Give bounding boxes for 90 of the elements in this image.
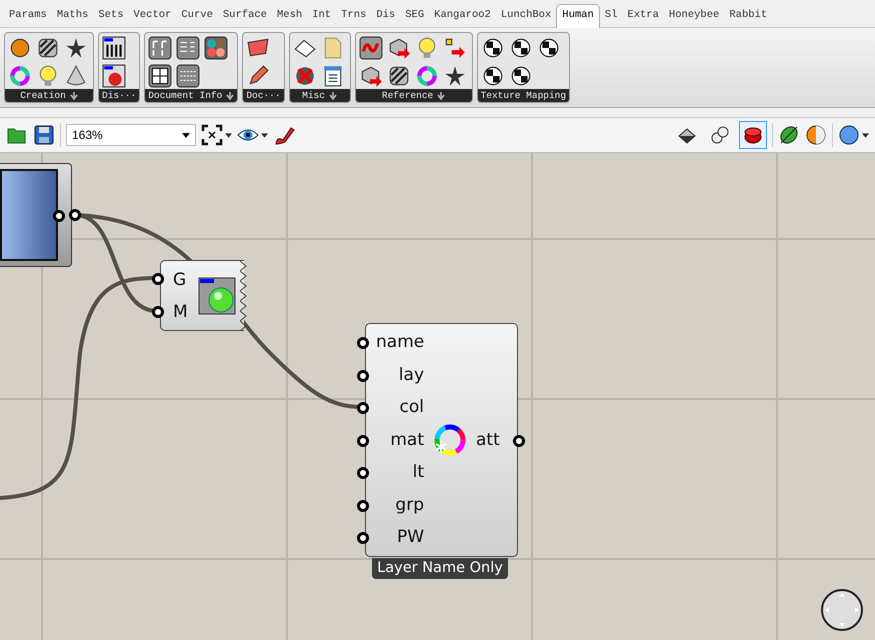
ribbon-tab[interactable]: Extra bbox=[622, 5, 664, 27]
zoom-dropdown[interactable]: 163% bbox=[66, 124, 196, 146]
checker-icon[interactable] bbox=[480, 36, 505, 60]
input-port[interactable] bbox=[357, 467, 369, 479]
input-port[interactable] bbox=[357, 402, 369, 414]
expand-arrow-icon[interactable] bbox=[437, 92, 446, 100]
zigzag-edge-icon bbox=[240, 261, 248, 331]
expand-arrow-icon[interactable] bbox=[328, 92, 337, 100]
arrow-icon[interactable] bbox=[442, 36, 467, 60]
navigation-wheel-icon[interactable] bbox=[820, 588, 864, 632]
list-icon[interactable] bbox=[176, 36, 200, 60]
input-label: PW bbox=[396, 526, 424, 550]
input-label: lt bbox=[412, 461, 424, 484]
input-label: mat bbox=[390, 428, 424, 452]
ribbon-tab[interactable]: Surface bbox=[218, 5, 272, 27]
ribbon-tab[interactable]: Vector bbox=[128, 5, 176, 27]
output-port[interactable] bbox=[513, 435, 525, 447]
cube-icon[interactable] bbox=[358, 64, 383, 88]
output-port[interactable] bbox=[53, 210, 65, 222]
caret-icon[interactable] bbox=[261, 132, 268, 138]
color-wheel-icon[interactable] bbox=[414, 64, 439, 88]
ribbon-tab[interactable]: Kangaroo2 bbox=[429, 5, 496, 27]
ribbon-group-label: Dis··· bbox=[102, 90, 136, 101]
input-label: M bbox=[173, 300, 188, 322]
sphere-icon[interactable] bbox=[838, 124, 860, 146]
component-node[interactable]: name lay col mat lt grp PW att bbox=[365, 323, 518, 557]
output-label: att bbox=[476, 430, 500, 450]
ribbon-tab[interactable]: Maths bbox=[52, 5, 94, 27]
checker-icon[interactable] bbox=[508, 64, 533, 88]
ribbon-group-label: Reference bbox=[382, 90, 434, 101]
color-wheel-icon[interactable] bbox=[8, 64, 32, 88]
input-port[interactable] bbox=[357, 500, 369, 512]
ribbon-tab[interactable]: Honeybee bbox=[664, 5, 724, 27]
ribbon-tab[interactable]: Curve bbox=[176, 5, 218, 27]
shaded-outline-icon bbox=[709, 124, 731, 146]
input-label: name bbox=[375, 331, 424, 354]
caret-icon[interactable] bbox=[225, 132, 232, 138]
cube-icon[interactable] bbox=[386, 36, 411, 60]
input-port[interactable] bbox=[357, 370, 369, 382]
ribbon-tab[interactable]: Trns bbox=[336, 5, 372, 27]
wave-icon[interactable] bbox=[358, 36, 383, 60]
grid-icon[interactable] bbox=[148, 64, 172, 88]
input-label: grp bbox=[395, 494, 424, 517]
hatch-icon[interactable] bbox=[386, 64, 411, 88]
input-port[interactable] bbox=[357, 434, 369, 446]
ribbon-group-label: Doc··· bbox=[246, 90, 281, 101]
ribbon-tab[interactable]: LunchBox bbox=[496, 5, 556, 27]
color-swatch-node[interactable] bbox=[0, 163, 72, 267]
caret-icon[interactable] bbox=[182, 132, 190, 138]
input-label: lay bbox=[398, 364, 424, 387]
checker-icon[interactable] bbox=[508, 36, 533, 60]
hatch-icon[interactable] bbox=[36, 36, 60, 60]
ribbon-tab[interactable]: Sl bbox=[600, 5, 622, 27]
half-sphere-icon[interactable] bbox=[805, 124, 827, 146]
bars-icon[interactable] bbox=[102, 36, 126, 60]
input-label: G bbox=[173, 268, 188, 290]
ribbon-tab[interactable]: Params bbox=[4, 5, 52, 27]
ribbon-tab[interactable]: Mesh bbox=[272, 5, 308, 27]
spheres-icon[interactable] bbox=[204, 36, 228, 60]
component-node[interactable]: G M bbox=[160, 260, 244, 331]
lines-icon[interactable] bbox=[176, 64, 200, 88]
color-wheel-icon bbox=[432, 422, 468, 458]
checker-icon[interactable] bbox=[536, 36, 561, 60]
output-port[interactable] bbox=[69, 209, 81, 221]
expand-arrow-icon[interactable] bbox=[70, 92, 78, 100]
expand-arrow-icon[interactable] bbox=[226, 92, 234, 100]
zoom-extents-icon[interactable] bbox=[201, 124, 223, 146]
star-icon[interactable] bbox=[64, 36, 88, 60]
input-port[interactable] bbox=[152, 306, 164, 318]
save-icon[interactable] bbox=[33, 124, 55, 146]
input-port[interactable] bbox=[357, 532, 369, 544]
caret-icon[interactable] bbox=[862, 132, 869, 138]
input-label: col bbox=[400, 396, 424, 420]
ribbon-tab[interactable]: Int bbox=[307, 5, 336, 27]
ribbon-group-label: Document Info bbox=[148, 90, 222, 101]
ribbon-tab[interactable]: SEG bbox=[400, 5, 430, 27]
sphere-icon[interactable] bbox=[8, 36, 32, 60]
component-label: Layer Name Only bbox=[372, 558, 508, 579]
ribbon-tab[interactable]: Human bbox=[556, 4, 600, 28]
ribbon-tab[interactable]: Sets bbox=[93, 5, 129, 27]
input-port[interactable] bbox=[357, 337, 369, 349]
ribbon-group-label: Texture Mapping bbox=[480, 90, 566, 101]
ribbon-tab[interactable]: Rabbit bbox=[724, 5, 772, 27]
ribbon-tab[interactable]: Dis bbox=[371, 5, 400, 27]
preview-mode-button[interactable] bbox=[739, 121, 767, 149]
cone-icon[interactable] bbox=[64, 64, 88, 88]
ribbon-group-label: Creation bbox=[20, 90, 66, 101]
input-port[interactable] bbox=[152, 273, 164, 285]
ribbon-group-label: Misc bbox=[302, 90, 325, 101]
checker-icon[interactable] bbox=[480, 64, 505, 88]
